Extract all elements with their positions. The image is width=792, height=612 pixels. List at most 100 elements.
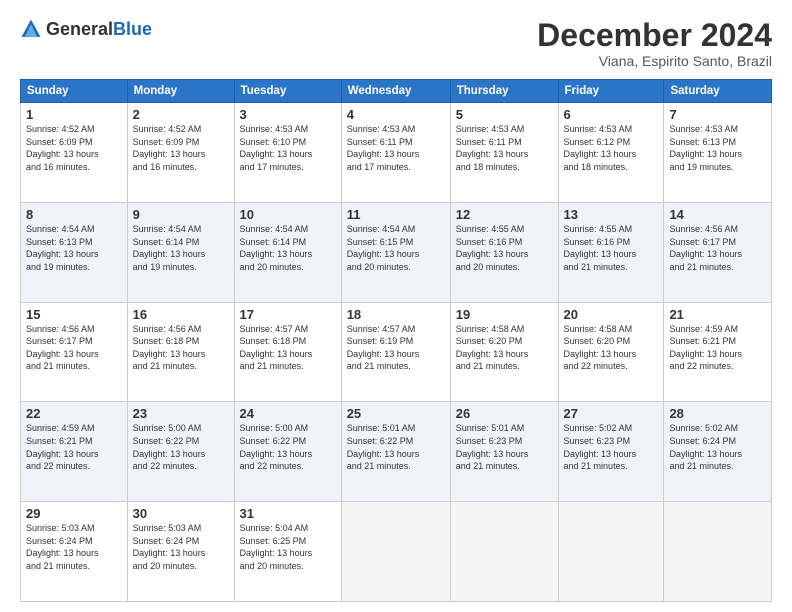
table-row: 2Sunrise: 4:52 AM Sunset: 6:09 PM Daylig… [127,103,234,203]
day-number: 2 [133,107,229,122]
day-info: Sunrise: 4:58 AM Sunset: 6:20 PM Dayligh… [564,323,659,373]
table-row: 19Sunrise: 4:58 AM Sunset: 6:20 PM Dayli… [450,302,558,402]
day-number: 17 [240,307,336,322]
day-info: Sunrise: 5:00 AM Sunset: 6:22 PM Dayligh… [133,422,229,472]
table-row: 23Sunrise: 5:00 AM Sunset: 6:22 PM Dayli… [127,402,234,502]
day-number: 3 [240,107,336,122]
title-area: December 2024 Viana, Espirito Santo, Bra… [537,18,772,69]
day-number: 27 [564,406,659,421]
day-number: 6 [564,107,659,122]
table-row: 11Sunrise: 4:54 AM Sunset: 6:15 PM Dayli… [341,202,450,302]
table-row: 30Sunrise: 5:03 AM Sunset: 6:24 PM Dayli… [127,502,234,602]
table-row: 27Sunrise: 5:02 AM Sunset: 6:23 PM Dayli… [558,402,664,502]
day-info: Sunrise: 5:03 AM Sunset: 6:24 PM Dayligh… [26,522,122,572]
day-number: 28 [669,406,766,421]
table-row [450,502,558,602]
day-info: Sunrise: 5:01 AM Sunset: 6:23 PM Dayligh… [456,422,553,472]
calendar-row: 8Sunrise: 4:54 AM Sunset: 6:13 PM Daylig… [21,202,772,302]
table-row: 4Sunrise: 4:53 AM Sunset: 6:11 PM Daylig… [341,103,450,203]
day-number: 30 [133,506,229,521]
day-number: 19 [456,307,553,322]
day-info: Sunrise: 5:01 AM Sunset: 6:22 PM Dayligh… [347,422,445,472]
calendar-table: Sunday Monday Tuesday Wednesday Thursday… [20,79,772,602]
table-row: 5Sunrise: 4:53 AM Sunset: 6:11 PM Daylig… [450,103,558,203]
day-number: 18 [347,307,445,322]
page-header: GeneralBlue December 2024 Viana, Espirit… [20,18,772,69]
table-row: 24Sunrise: 5:00 AM Sunset: 6:22 PM Dayli… [234,402,341,502]
table-row: 20Sunrise: 4:58 AM Sunset: 6:20 PM Dayli… [558,302,664,402]
calendar-row: 22Sunrise: 4:59 AM Sunset: 6:21 PM Dayli… [21,402,772,502]
col-tuesday: Tuesday [234,80,341,103]
day-info: Sunrise: 4:57 AM Sunset: 6:19 PM Dayligh… [347,323,445,373]
table-row: 10Sunrise: 4:54 AM Sunset: 6:14 PM Dayli… [234,202,341,302]
day-info: Sunrise: 5:02 AM Sunset: 6:24 PM Dayligh… [669,422,766,472]
table-row: 3Sunrise: 4:53 AM Sunset: 6:10 PM Daylig… [234,103,341,203]
table-row: 28Sunrise: 5:02 AM Sunset: 6:24 PM Dayli… [664,402,772,502]
day-info: Sunrise: 4:59 AM Sunset: 6:21 PM Dayligh… [669,323,766,373]
day-info: Sunrise: 4:54 AM Sunset: 6:15 PM Dayligh… [347,223,445,273]
day-info: Sunrise: 4:54 AM Sunset: 6:14 PM Dayligh… [133,223,229,273]
day-number: 21 [669,307,766,322]
col-sunday: Sunday [21,80,128,103]
day-info: Sunrise: 4:56 AM Sunset: 6:17 PM Dayligh… [669,223,766,273]
day-info: Sunrise: 4:56 AM Sunset: 6:17 PM Dayligh… [26,323,122,373]
table-row: 12Sunrise: 4:55 AM Sunset: 6:16 PM Dayli… [450,202,558,302]
table-row: 7Sunrise: 4:53 AM Sunset: 6:13 PM Daylig… [664,103,772,203]
day-info: Sunrise: 4:52 AM Sunset: 6:09 PM Dayligh… [26,123,122,173]
day-number: 11 [347,207,445,222]
logo: GeneralBlue [20,18,152,40]
day-info: Sunrise: 4:56 AM Sunset: 6:18 PM Dayligh… [133,323,229,373]
day-number: 16 [133,307,229,322]
day-info: Sunrise: 4:53 AM Sunset: 6:11 PM Dayligh… [347,123,445,173]
day-number: 7 [669,107,766,122]
day-number: 22 [26,406,122,421]
col-thursday: Thursday [450,80,558,103]
day-info: Sunrise: 4:58 AM Sunset: 6:20 PM Dayligh… [456,323,553,373]
day-info: Sunrise: 4:54 AM Sunset: 6:13 PM Dayligh… [26,223,122,273]
day-number: 14 [669,207,766,222]
table-row: 15Sunrise: 4:56 AM Sunset: 6:17 PM Dayli… [21,302,128,402]
day-number: 20 [564,307,659,322]
day-info: Sunrise: 5:02 AM Sunset: 6:23 PM Dayligh… [564,422,659,472]
table-row: 21Sunrise: 4:59 AM Sunset: 6:21 PM Dayli… [664,302,772,402]
day-info: Sunrise: 4:53 AM Sunset: 6:13 PM Dayligh… [669,123,766,173]
calendar-row: 29Sunrise: 5:03 AM Sunset: 6:24 PM Dayli… [21,502,772,602]
day-info: Sunrise: 5:04 AM Sunset: 6:25 PM Dayligh… [240,522,336,572]
col-saturday: Saturday [664,80,772,103]
month-title: December 2024 [537,18,772,53]
table-row: 26Sunrise: 5:01 AM Sunset: 6:23 PM Dayli… [450,402,558,502]
col-friday: Friday [558,80,664,103]
day-number: 8 [26,207,122,222]
table-row: 8Sunrise: 4:54 AM Sunset: 6:13 PM Daylig… [21,202,128,302]
day-number: 1 [26,107,122,122]
day-info: Sunrise: 4:55 AM Sunset: 6:16 PM Dayligh… [456,223,553,273]
day-number: 9 [133,207,229,222]
day-number: 4 [347,107,445,122]
table-row: 17Sunrise: 4:57 AM Sunset: 6:18 PM Dayli… [234,302,341,402]
calendar-page: GeneralBlue December 2024 Viana, Espirit… [0,0,792,612]
day-info: Sunrise: 5:00 AM Sunset: 6:22 PM Dayligh… [240,422,336,472]
col-wednesday: Wednesday [341,80,450,103]
day-number: 31 [240,506,336,521]
table-row: 9Sunrise: 4:54 AM Sunset: 6:14 PM Daylig… [127,202,234,302]
day-number: 29 [26,506,122,521]
table-row: 18Sunrise: 4:57 AM Sunset: 6:19 PM Dayli… [341,302,450,402]
day-info: Sunrise: 4:59 AM Sunset: 6:21 PM Dayligh… [26,422,122,472]
table-row: 1Sunrise: 4:52 AM Sunset: 6:09 PM Daylig… [21,103,128,203]
day-number: 26 [456,406,553,421]
day-info: Sunrise: 4:54 AM Sunset: 6:14 PM Dayligh… [240,223,336,273]
calendar-row: 1Sunrise: 4:52 AM Sunset: 6:09 PM Daylig… [21,103,772,203]
table-row: 25Sunrise: 5:01 AM Sunset: 6:22 PM Dayli… [341,402,450,502]
table-row [558,502,664,602]
day-info: Sunrise: 4:53 AM Sunset: 6:10 PM Dayligh… [240,123,336,173]
day-number: 5 [456,107,553,122]
logo-blue: Blue [113,19,152,39]
table-row [341,502,450,602]
table-row: 22Sunrise: 4:59 AM Sunset: 6:21 PM Dayli… [21,402,128,502]
logo-icon [20,18,42,40]
day-info: Sunrise: 4:55 AM Sunset: 6:16 PM Dayligh… [564,223,659,273]
day-number: 24 [240,406,336,421]
day-info: Sunrise: 4:57 AM Sunset: 6:18 PM Dayligh… [240,323,336,373]
header-row: Sunday Monday Tuesday Wednesday Thursday… [21,80,772,103]
day-number: 15 [26,307,122,322]
